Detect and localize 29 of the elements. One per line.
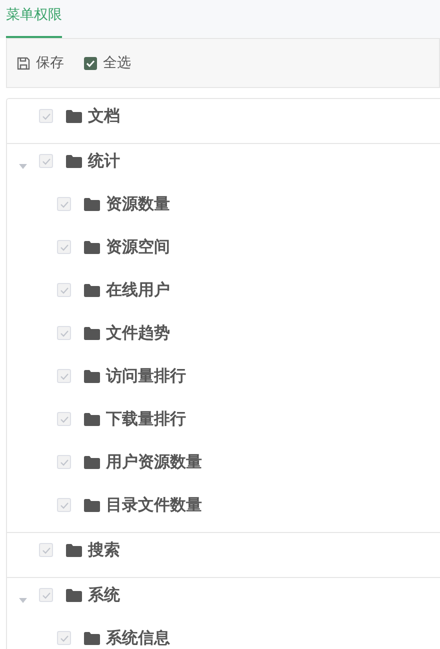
checkmark-icon (42, 112, 50, 120)
checkmark-icon (42, 546, 50, 554)
folder-icon (66, 588, 82, 602)
folder-icon (84, 284, 100, 296)
folder-icon (84, 370, 100, 382)
checkmark-icon (60, 458, 68, 466)
checkmark-icon (42, 158, 50, 164)
checkmark-icon (60, 200, 68, 208)
select-all-button[interactable]: 全选 (84, 52, 131, 74)
folder-icon (84, 198, 100, 210)
folder-icon (84, 412, 100, 426)
checkmark-icon (60, 416, 68, 422)
folder-icon (84, 632, 100, 644)
folder-icon (84, 456, 100, 468)
checkmark-icon (60, 244, 68, 250)
checkmark-icon (60, 286, 68, 294)
checkmark-icon (60, 502, 68, 508)
checkmark-icon (42, 592, 50, 598)
save-icon (17, 56, 30, 70)
checkmark-icon (60, 372, 68, 380)
folder-icon (66, 544, 82, 556)
save-button[interactable]: 保存 (17, 52, 64, 74)
folder-icon (84, 240, 100, 254)
folder-icon (66, 154, 82, 168)
folder-icon (66, 110, 82, 122)
checkmark-icon (60, 634, 68, 642)
folder-icon (84, 498, 100, 512)
checkmark-icon (60, 330, 68, 336)
folder-icon (84, 326, 100, 340)
